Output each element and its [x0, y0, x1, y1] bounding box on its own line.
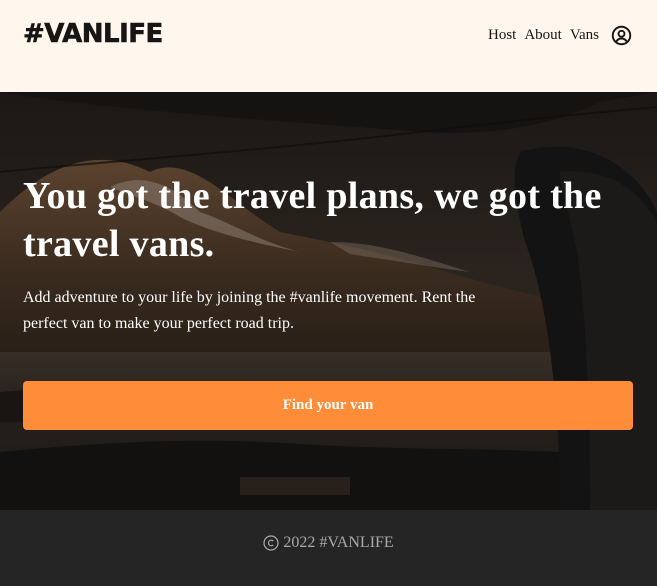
user-circle-icon[interactable] — [610, 24, 632, 46]
nav-link-vans[interactable]: Vans — [570, 22, 599, 48]
site-header: #VANLIFE Host About Vans — [0, 0, 657, 92]
hero-title: You got the travel plans, we got the tra… — [23, 175, 602, 265]
copyright-icon — [263, 535, 279, 551]
hero-section: You got the travel plans, we got the tra… — [0, 92, 657, 510]
main-nav: Host About Vans — [488, 22, 632, 48]
footer-text: 2022 #VANLIFE — [283, 534, 394, 551]
find-your-van-button[interactable]: Find your van — [23, 381, 633, 430]
hero-subtitle: Add adventure to your life by joining th… — [23, 289, 476, 332]
site-footer: 2022 #VANLIFE — [0, 510, 657, 586]
nav-link-about[interactable]: About — [524, 22, 562, 48]
nav-link-host[interactable]: Host — [488, 22, 516, 48]
site-logo[interactable]: #VANLIFE — [23, 18, 164, 50]
footer-copyright: 2022 #VANLIFE — [263, 534, 394, 552]
